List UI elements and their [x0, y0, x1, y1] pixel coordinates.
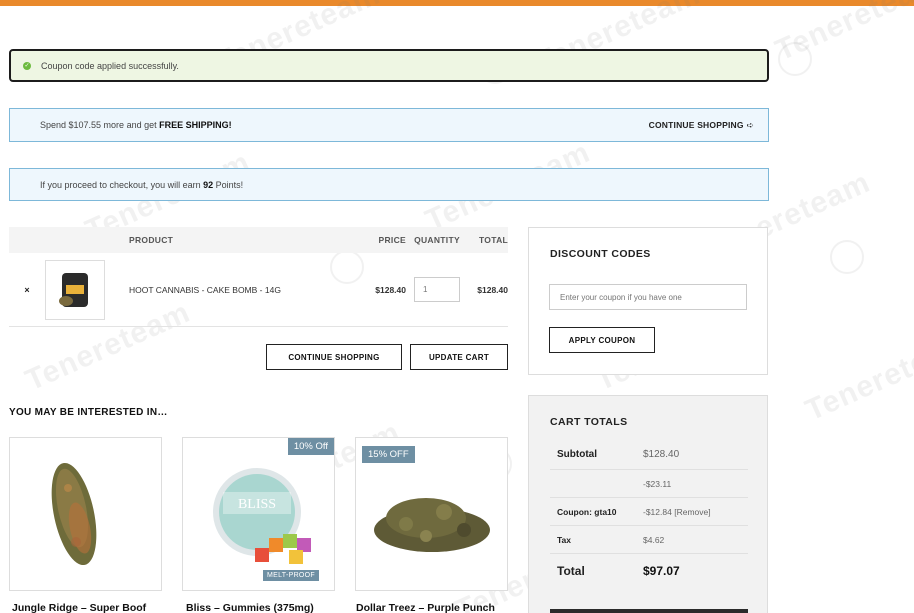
points-value: 92: [203, 179, 214, 190]
total-value: $97.07: [643, 564, 680, 578]
discount-badge: 10% Off: [287, 438, 334, 455]
watermark: Tenereteam: [770, 0, 914, 68]
discount-row: -$23.11: [550, 470, 748, 498]
proceed-to-checkout-button[interactable]: [550, 609, 748, 613]
discount-value: -$23.11: [643, 478, 672, 489]
cart-totals-panel: CART TOTALS Subtotal $128.40 -$23.11 Cou…: [528, 395, 768, 613]
product-name-bliss-gummies[interactable]: Bliss – Gummies (375mg): [186, 602, 314, 613]
cart-table: PRODUCT PRICE QUANTITY TOTAL × HOOT CANN…: [9, 227, 508, 327]
total-label: Total: [557, 564, 585, 578]
coupon-row: Coupon: gta10 -$12.84 [Remove]: [550, 498, 748, 526]
svg-text:BLISS: BLISS: [238, 497, 276, 512]
subtotal-label: Subtotal: [557, 449, 597, 460]
coupon-label: Coupon: gta10: [557, 506, 617, 517]
product-card-jungle-ridge[interactable]: [9, 437, 162, 591]
top-accent-bar: [0, 0, 914, 6]
quantity-input[interactable]: [414, 277, 460, 302]
discount-codes-title: DISCOUNT CODES: [550, 248, 651, 260]
continue-shopping-label: CONTINUE SHOPPING: [648, 119, 744, 130]
product-name-jungle-ridge[interactable]: Jungle Ridge – Super Boof: [12, 602, 146, 613]
success-message: Coupon code applied successfully.: [41, 60, 179, 71]
shipping-message: Spend $107.55 more and get FREE SHIPPING…: [40, 120, 232, 130]
shipping-prefix: Spend $107.55 more and get: [40, 120, 160, 130]
tax-value: $4.62: [643, 534, 665, 545]
header-product: PRODUCT: [129, 235, 174, 245]
check-circle-icon: ✓: [23, 61, 31, 70]
continue-shopping-link[interactable]: CONTINUE SHOPPING ➪: [649, 120, 754, 131]
arrow-right-icon: ➪: [746, 119, 754, 130]
header-total: TOTAL: [478, 235, 508, 245]
points-notice: If you proceed to checkout, you will ear…: [9, 168, 769, 201]
product-thumbnail[interactable]: [45, 259, 105, 320]
discount-codes-panel: DISCOUNT CODES APPLY COUPON: [528, 227, 768, 375]
product-price: $128.40: [375, 284, 406, 295]
points-suffix: Points!: [215, 179, 244, 190]
tax-row: Tax $4.62: [550, 526, 748, 554]
watermark-logo-icon: [830, 240, 864, 274]
table-row: × HOOT CANNABIS - CAKE BOMB - 14G $128.4…: [9, 253, 508, 327]
coupon-input[interactable]: [549, 284, 747, 310]
subtotal-value: $128.40: [643, 449, 680, 460]
total-row: Total $97.07: [550, 554, 748, 588]
free-shipping-notice: Spend $107.55 more and get FREE SHIPPING…: [9, 108, 769, 142]
free-shipping-text: FREE SHIPPING!: [159, 120, 232, 130]
header-price: PRICE: [378, 235, 406, 245]
remove-item-button[interactable]: ×: [20, 283, 34, 297]
tax-label: Tax: [557, 534, 572, 545]
remove-coupon-link[interactable]: [Remove]: [674, 507, 710, 517]
cart-totals-title: CART TOTALS: [550, 416, 628, 428]
subtotal-row: Subtotal $128.40: [550, 440, 748, 470]
interested-title: YOU MAY BE INTERESTED IN…: [9, 407, 168, 418]
continue-shopping-button[interactable]: CONTINUE SHOPPING: [266, 344, 402, 370]
product-card-bliss-gummies[interactable]: BLISS 10% Off MELT-PROOF: [182, 437, 335, 591]
product-name-link[interactable]: HOOT CANNABIS - CAKE BOMB - 14G: [129, 285, 334, 295]
header-quantity: QUANTITY: [414, 235, 460, 245]
watermark-logo-icon: [778, 42, 812, 76]
discount-badge: 15% OFF: [362, 446, 415, 463]
product-card-purple-punch[interactable]: 15% OFF: [355, 437, 508, 591]
product-name-purple-punch[interactable]: Dollar Treez – Purple Punch: [356, 602, 495, 613]
cannabis-bud-image: [51, 462, 97, 566]
coupon-value: -$12.84: [643, 506, 672, 517]
update-cart-button[interactable]: UPDATE CART: [410, 344, 508, 370]
product-total: $128.40: [477, 284, 508, 295]
points-prefix: If you proceed to checkout, you will ear…: [40, 179, 201, 190]
gummies-tin-image: BLISS: [213, 468, 311, 564]
apply-coupon-button[interactable]: APPLY COUPON: [549, 327, 655, 353]
cart-table-header: PRODUCT PRICE QUANTITY TOTAL: [9, 227, 508, 253]
coupon-success-notice: ✓ Coupon code applied successfully.: [9, 49, 769, 82]
melt-proof-badge: MELT-PROOF: [263, 570, 319, 581]
watermark: Tenereteam: [800, 325, 914, 428]
